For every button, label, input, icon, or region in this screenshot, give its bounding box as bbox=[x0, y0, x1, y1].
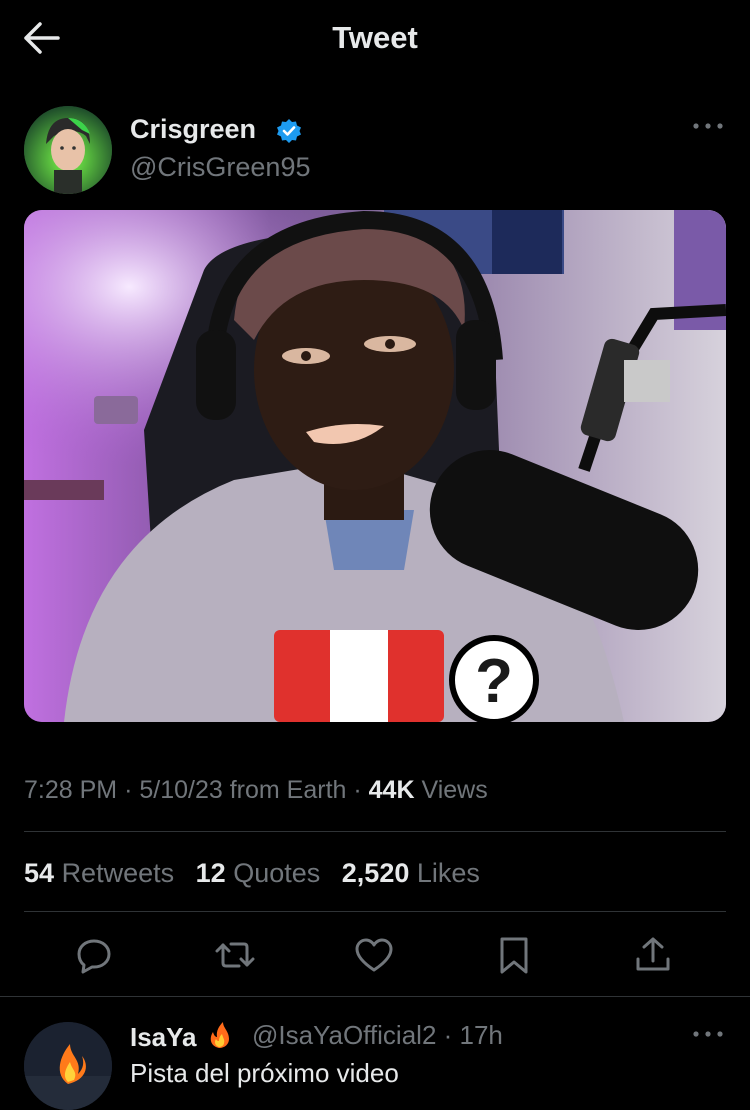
tweet-source: from Earth bbox=[229, 776, 347, 804]
likes-label: Likes bbox=[416, 858, 480, 888]
likes-count: 2,520 bbox=[341, 858, 410, 888]
author-name[interactable]: Crisgreen bbox=[130, 114, 256, 145]
reply-text: Pista del próximo video bbox=[130, 1058, 399, 1088]
bookmark-icon[interactable] bbox=[492, 933, 536, 977]
reply-author-name[interactable]: IsaYa bbox=[130, 1020, 234, 1053]
retweet-icon[interactable] bbox=[213, 933, 257, 977]
reply-icon[interactable] bbox=[72, 933, 116, 977]
tweet-media-image[interactable]: ? bbox=[24, 210, 726, 722]
author-handle[interactable]: @CrisGreen95 bbox=[130, 152, 310, 183]
views-count: 44K bbox=[368, 776, 415, 804]
more-icon[interactable] bbox=[690, 114, 726, 138]
tweet-date: 5/10/23 bbox=[139, 776, 223, 804]
fire-emoji-icon bbox=[204, 1020, 234, 1048]
divider bbox=[0, 996, 750, 997]
tweet-stats: 54 Retweets 12 Quotes 2,520 Likes bbox=[24, 858, 494, 889]
likes-stat[interactable]: 2,520 Likes bbox=[342, 858, 480, 888]
reply-author-avatar[interactable] bbox=[24, 1022, 112, 1110]
retweets-label: Retweets bbox=[61, 858, 175, 888]
author-avatar[interactable] bbox=[24, 106, 112, 194]
divider bbox=[24, 831, 726, 832]
tweet-time: 7:28 PM bbox=[24, 776, 118, 804]
quotes-count: 12 bbox=[195, 858, 226, 888]
quotes-stat[interactable]: 12 Quotes bbox=[196, 858, 328, 888]
svg-text:?: ? bbox=[475, 647, 513, 716]
more-icon[interactable] bbox=[690, 1022, 726, 1046]
views-label: Views bbox=[421, 776, 488, 804]
page-title: Tweet bbox=[332, 20, 418, 55]
divider bbox=[24, 911, 726, 912]
retweets-stat[interactable]: 54 Retweets bbox=[24, 858, 182, 888]
tweet-meta: 7:28 PM · 5/10/23 from Earth · 44K Views bbox=[24, 776, 488, 804]
heart-icon[interactable] bbox=[352, 933, 396, 977]
retweets-count: 54 bbox=[24, 858, 55, 888]
reply-time: 17h bbox=[459, 1020, 503, 1050]
reply-author-handle[interactable]: @IsaYaOfficial2 · 17h bbox=[252, 1020, 503, 1051]
quotes-label: Quotes bbox=[233, 858, 321, 888]
verified-badge-icon bbox=[276, 118, 302, 144]
share-icon[interactable] bbox=[631, 933, 675, 977]
